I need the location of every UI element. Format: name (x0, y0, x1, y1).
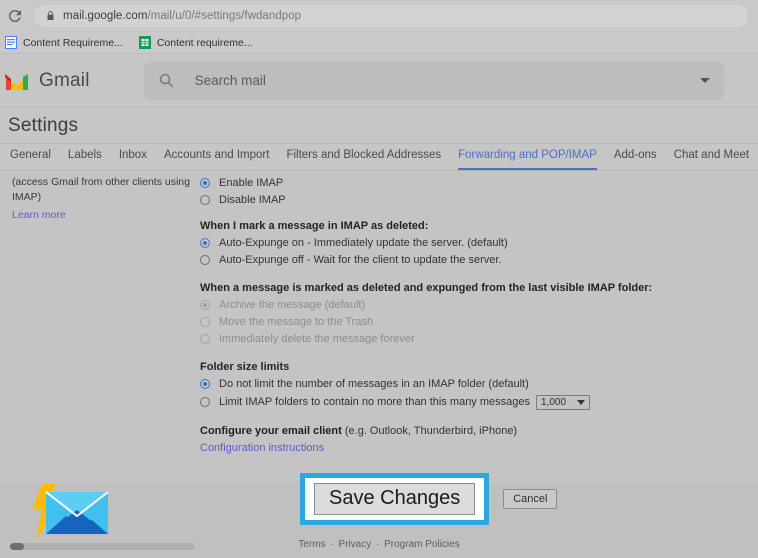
tab-chat-and-meet[interactable]: Chat and Meet (674, 147, 749, 170)
group-heading: When a message is marked as deleted and … (200, 282, 653, 294)
gmail-wordmark: Gmail (39, 69, 90, 91)
folder-size-select-value: 1,000 (541, 396, 567, 408)
group-heading: Folder size limits (200, 361, 290, 373)
radio-auto-expunge-on[interactable]: Auto-Expunge on - Immediately update the… (200, 235, 720, 251)
configuration-instructions-link[interactable]: Configuration instructions (200, 442, 324, 454)
settings-tabs: General Labels Inbox Accounts and Import… (0, 144, 758, 171)
url-domain: mail.google.com (63, 9, 148, 22)
radio-button-icon[interactable] (200, 178, 210, 188)
radio-button-icon[interactable] (200, 255, 210, 265)
imap-options-column: Enable IMAP Disable IMAP When I mark a m… (200, 175, 720, 456)
search-bar[interactable]: Search mail (143, 61, 724, 100)
privacy-link[interactable]: Privacy (338, 539, 371, 550)
radio-disable-imap[interactable]: Disable IMAP (200, 192, 720, 208)
radio-label: Immediately delete the message forever (219, 333, 415, 345)
tab-add-ons[interactable]: Add-ons (614, 147, 657, 170)
tab-forwarding-and-pop-imap[interactable]: Forwarding and POP/IMAP (458, 147, 597, 170)
radio-limit-folders[interactable]: Limit IMAP folders to contain no more th… (200, 393, 720, 411)
radio-enable-imap[interactable]: Enable IMAP (200, 175, 720, 191)
imap-description-column: (access Gmail from other clients using I… (12, 175, 192, 223)
tab-labels[interactable]: Labels (68, 147, 102, 170)
reload-icon[interactable] (6, 7, 24, 25)
learn-more-link[interactable]: Learn more (12, 209, 66, 221)
page-title: Settings (8, 114, 79, 136)
address-bar[interactable]: mail.google.com/mail/u/0/#settings/fwdan… (34, 4, 748, 27)
footer-links: Terms · Privacy · Program Policies (0, 539, 758, 550)
url-path: /mail/u/0/#settings/fwdandpop (147, 9, 302, 22)
tab-general[interactable]: General (10, 147, 51, 170)
configure-client-label-bold: Configure your email client (200, 425, 342, 437)
radio-button-icon[interactable] (200, 397, 210, 407)
bookmark-label: Content requireme... (156, 36, 253, 49)
omnibox-row: mail.google.com/mail/u/0/#settings/fwdan… (0, 0, 758, 31)
bookmark-label: Content Requireme... (23, 36, 123, 49)
chevron-down-icon[interactable] (699, 78, 710, 83)
radio-do-not-limit[interactable]: Do not limit the number of messages in a… (200, 376, 720, 392)
search-input[interactable]: Search mail (195, 73, 700, 88)
radio-label: Do not limit the number of messages in a… (219, 378, 529, 390)
google-docs-icon (5, 36, 17, 49)
gmail-logo-icon (5, 73, 28, 90)
radio-label: Disable IMAP (219, 194, 286, 206)
bookmark-item-docs[interactable]: Content Requireme... (5, 36, 123, 49)
tab-accounts-and-import[interactable]: Accounts and Import (164, 147, 269, 170)
settings-content: (access Gmail from other clients using I… (0, 171, 758, 483)
expunged-group: When a message is marked as deleted and … (200, 282, 720, 347)
tab-filters-and-blocked-addresses[interactable]: Filters and Blocked Addresses (286, 147, 441, 170)
radio-button-icon (200, 317, 210, 327)
envelope-lightning-icon (32, 484, 109, 540)
radio-archive-message: Archive the message (default) (200, 297, 720, 313)
radio-button-icon (200, 334, 210, 344)
save-changes-button[interactable]: Save Changes (314, 483, 476, 515)
radio-button-icon[interactable] (200, 238, 210, 248)
radio-label: Auto-Expunge off - Wait for the client t… (219, 254, 502, 266)
imap-enable-group: Enable IMAP Disable IMAP (200, 175, 720, 208)
radio-label: Enable IMAP (219, 177, 284, 189)
radio-button-icon (200, 300, 210, 310)
terms-link[interactable]: Terms (298, 539, 325, 550)
action-buttons-row: Save Changes Cancel (300, 473, 558, 525)
radio-delete-forever: Immediately delete the message forever (200, 331, 720, 347)
search-icon (159, 73, 174, 88)
footer-separator: · (376, 539, 380, 550)
save-button-highlight: Save Changes (300, 473, 490, 525)
radio-auto-expunge-off[interactable]: Auto-Expunge off - Wait for the client t… (200, 252, 720, 268)
radio-button-icon[interactable] (200, 195, 210, 205)
folder-size-select[interactable]: 1,000 (536, 394, 590, 410)
google-sheets-icon (138, 36, 151, 49)
program-policies-link[interactable]: Program Policies (384, 539, 460, 550)
radio-label: Auto-Expunge on - Immediately update the… (219, 237, 508, 249)
browser-chrome: mail.google.com/mail/u/0/#settings/fwdan… (0, 0, 758, 54)
gmail-header: Gmail Search mail (0, 54, 758, 108)
imap-note-line-2: IMAP) (12, 191, 42, 203)
configure-client-group: Configure your email client (e.g. Outloo… (200, 425, 720, 456)
radio-move-to-trash: Move the message to the Trash (200, 314, 720, 330)
chevron-down-icon (577, 399, 585, 405)
group-heading: When I mark a message in IMAP as deleted… (200, 220, 429, 232)
radio-label: Limit IMAP folders to contain no more th… (219, 396, 530, 408)
folder-size-limits-group: Folder size limits Do not limit the numb… (200, 361, 720, 411)
tab-inbox[interactable]: Inbox (119, 147, 147, 170)
url-text: mail.google.com/mail/u/0/#settings/fwdan… (63, 10, 301, 22)
bookmark-item-sheets[interactable]: Content requireme... (138, 36, 253, 49)
browser-window: mail.google.com/mail/u/0/#settings/fwdan… (0, 0, 758, 558)
bookmarks-bar: Content Requireme... Content requireme..… (0, 31, 758, 54)
mark-deleted-group: When I mark a message in IMAP as deleted… (200, 220, 720, 268)
imap-note-line-1: (access Gmail from other clients using (12, 176, 190, 188)
settings-title-bar: Settings (0, 108, 758, 144)
cancel-button[interactable]: Cancel (503, 489, 558, 509)
footer-separator: · (330, 539, 334, 550)
configure-client-label: Configure your email client (e.g. Outloo… (200, 425, 720, 437)
lock-icon (47, 11, 54, 20)
radio-label: Archive the message (default) (219, 299, 366, 311)
radio-button-icon[interactable] (200, 379, 210, 389)
radio-label: Move the message to the Trash (219, 316, 374, 328)
configure-client-label-rest: (e.g. Outlook, Thunderbird, iPhone) (341, 425, 518, 437)
